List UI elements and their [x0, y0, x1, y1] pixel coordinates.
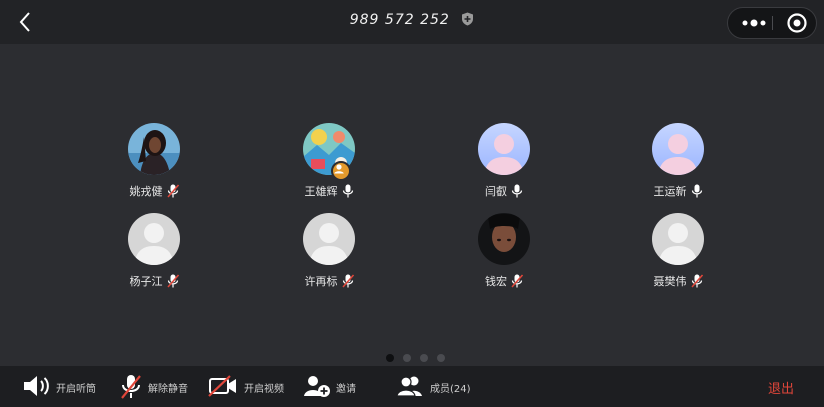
members-icon: [396, 376, 422, 397]
more-dots-icon[interactable]: [736, 8, 772, 38]
speaker-icon: [24, 376, 49, 396]
mic-muted-icon: [121, 375, 141, 399]
members-button[interactable]: 成员(24): [396, 366, 476, 407]
page-dot[interactable]: [420, 354, 428, 362]
shield-icon: [462, 12, 474, 26]
mic-icon: [691, 184, 702, 198]
avatar: [478, 213, 530, 265]
target-circle-icon[interactable]: [786, 12, 808, 34]
mic-muted-icon: [511, 274, 523, 288]
participant-tile[interactable]: 闫叡: [444, 123, 564, 213]
mic-muted-icon: [341, 274, 354, 288]
exit-button[interactable]: 退出: [768, 378, 794, 397]
participant-name-row: 姚戎健: [94, 183, 214, 199]
participant-name-row: 王运新: [618, 183, 738, 199]
bottom-toolbar: 开启听筒 解除静音 开启视频 邀请 成员(24) 退出: [0, 366, 824, 407]
participant-tile[interactable]: 王雄辉: [269, 123, 389, 213]
participant-tile[interactable]: 钱宏: [444, 213, 564, 303]
page-dot[interactable]: [437, 354, 445, 362]
avatar: [303, 213, 355, 265]
participant-name: 杨子江: [129, 275, 163, 288]
unmute-button[interactable]: 解除静音: [120, 366, 202, 407]
participant-name-row: 闫叡: [444, 183, 564, 199]
mic-icon: [342, 184, 353, 198]
page-indicator: [386, 347, 454, 366]
participant-tile[interactable]: 姚戎健: [94, 123, 214, 213]
speaker-label: 开启听筒: [56, 384, 96, 395]
participant-name: 王运新: [653, 185, 687, 198]
meeting-id: 989 572 252: [0, 12, 824, 28]
page-dot-active[interactable]: [386, 354, 394, 362]
avatar: [652, 213, 704, 265]
add-user-icon: [304, 376, 330, 397]
avatar: [128, 123, 180, 175]
participant-tile[interactable]: 杨子江: [94, 213, 214, 303]
mic-muted-icon: [166, 274, 179, 288]
video-label: 开启视频: [244, 384, 284, 395]
video-off-icon: [208, 375, 236, 397]
participant-name-row: 聂樊伟: [618, 273, 738, 289]
avatar: [478, 123, 530, 175]
participant-name: 闫叡: [485, 185, 507, 198]
video-button[interactable]: 开启视频: [208, 366, 292, 407]
host-badge: [331, 161, 351, 181]
avatar: [652, 123, 704, 175]
page-dot[interactable]: [403, 354, 411, 362]
members-label: 成员(24): [430, 384, 471, 395]
avatar: [128, 213, 180, 265]
participant-name: 钱宏: [485, 275, 507, 288]
participant-name: 聂樊伟: [653, 275, 687, 288]
participant-name: 姚戎健: [129, 185, 163, 198]
participant-name-row: 王雄辉: [269, 183, 389, 199]
capsule-divider: [772, 16, 773, 30]
user-badge-icon: [334, 164, 344, 174]
participant-name-row: 钱宏: [444, 273, 564, 289]
participant-grid: 姚戎健 王雄辉 闫叡 王运新 杨子江 许再标 钱宏 聂樊伟: [0, 44, 824, 366]
participant-tile[interactable]: 聂樊伟: [618, 213, 738, 303]
unmute-label: 解除静音: [148, 384, 188, 395]
participant-name-row: 杨子江: [94, 273, 214, 289]
speaker-button[interactable]: 开启听筒: [22, 366, 102, 407]
mic-icon: [511, 184, 523, 198]
mic-muted-icon: [166, 184, 179, 198]
top-bar: 989 572 252: [0, 0, 824, 44]
participant-name: 王雄辉: [304, 185, 338, 198]
invite-label: 邀请: [336, 384, 356, 395]
mini-program-capsule: [727, 7, 817, 39]
participant-tile[interactable]: 许再标: [269, 213, 389, 303]
mic-muted-icon: [690, 274, 703, 288]
participant-name: 许再标: [304, 275, 338, 288]
participant-name-row: 许再标: [269, 273, 389, 289]
participant-tile[interactable]: 王运新: [618, 123, 738, 213]
meeting-id-text: 989 572 252: [349, 12, 450, 28]
invite-button[interactable]: 邀请: [304, 366, 366, 407]
